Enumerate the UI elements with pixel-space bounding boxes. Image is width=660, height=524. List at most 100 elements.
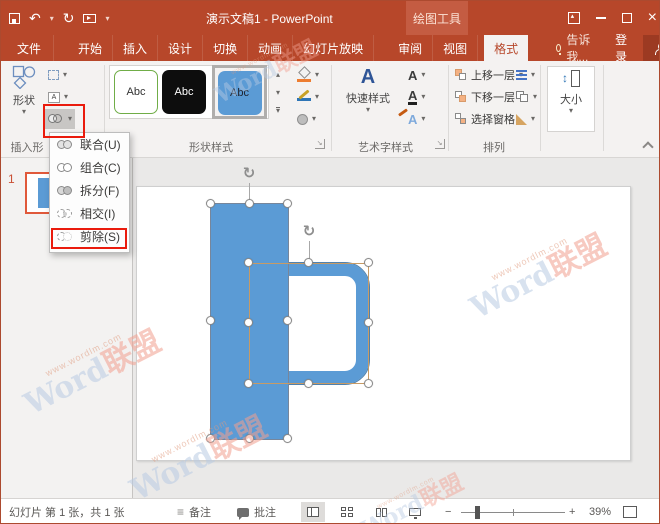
slideshow-view-button[interactable] bbox=[403, 502, 427, 522]
comments-button[interactable]: 批注 bbox=[237, 499, 276, 524]
tab-review[interactable]: 审阅 bbox=[388, 35, 433, 61]
undo-icon[interactable]: ↶ bbox=[29, 11, 41, 25]
undo-dropdown-icon[interactable]: ▾ bbox=[50, 14, 54, 23]
quick-access-toolbar: ↶ ▾ ↻ ▾ bbox=[9, 1, 110, 35]
zoom-in-button[interactable]: + bbox=[569, 499, 575, 524]
collapse-ribbon-icon[interactable] bbox=[642, 141, 653, 152]
zoom-level[interactable]: 39% bbox=[589, 499, 611, 524]
qat-customize-icon[interactable]: ▾ bbox=[105, 14, 109, 23]
shape-style-1[interactable]: Abc bbox=[114, 70, 158, 114]
selection-handle[interactable] bbox=[304, 379, 313, 388]
normal-view-button[interactable] bbox=[301, 502, 325, 522]
chevron-down-icon: ▾ bbox=[64, 93, 68, 101]
shape-outline-button[interactable]: ▾ bbox=[294, 87, 322, 107]
group-objects-button[interactable]: ▾ bbox=[513, 87, 540, 107]
text-fill-button[interactable]: A ▾ bbox=[405, 65, 428, 85]
fit-to-window-icon bbox=[623, 506, 637, 518]
ribbon-display-options-icon[interactable] bbox=[568, 12, 580, 24]
selection-handle[interactable] bbox=[283, 434, 292, 443]
shape-style-2[interactable]: Abc bbox=[162, 70, 206, 114]
text-box-icon: A bbox=[48, 92, 60, 103]
selection-handle[interactable] bbox=[244, 379, 253, 388]
shape-effects-icon bbox=[297, 114, 308, 125]
tab-view[interactable]: 视图 bbox=[433, 35, 478, 61]
sign-in-button[interactable]: 登录 bbox=[605, 35, 637, 61]
rotate-objects-icon bbox=[516, 114, 527, 125]
fit-to-window-button[interactable] bbox=[623, 499, 637, 524]
gallery-more-icon[interactable]: ▾ bbox=[269, 101, 287, 119]
selection-handle[interactable] bbox=[283, 199, 292, 208]
text-effects-button[interactable]: A ▾ bbox=[405, 109, 428, 129]
reading-view-button[interactable] bbox=[369, 502, 393, 522]
redo-icon[interactable]: ↻ bbox=[63, 11, 75, 25]
tab-insert[interactable]: 插入 bbox=[113, 35, 158, 61]
shape-effects-button[interactable]: ▾ bbox=[294, 109, 319, 129]
shape-fill-button[interactable]: ▾ bbox=[294, 65, 322, 85]
lightbulb-icon bbox=[556, 44, 561, 52]
combine-icon bbox=[57, 161, 73, 174]
menu-item-union[interactable]: 联合(U) bbox=[50, 133, 129, 156]
selection-handle[interactable] bbox=[364, 258, 373, 267]
selection-pane-icon bbox=[455, 113, 467, 125]
quick-styles-button[interactable]: A 快速样式 ▾ bbox=[337, 67, 399, 114]
shape-style-3-selected[interactable]: Abc bbox=[218, 71, 262, 115]
menu-item-combine[interactable]: 组合(C) bbox=[50, 156, 129, 179]
edit-shape-button[interactable]: ▾ bbox=[45, 65, 70, 85]
text-outline-icon: A bbox=[408, 89, 417, 105]
selection-handle[interactable] bbox=[364, 379, 373, 388]
selection-handle[interactable] bbox=[245, 199, 254, 208]
menu-item-intersect[interactable]: 相交(I) bbox=[50, 202, 129, 225]
selection-handle[interactable] bbox=[304, 258, 313, 267]
zoom-out-button[interactable]: − bbox=[445, 499, 451, 524]
shapes-button[interactable]: 形状 ▾ bbox=[5, 65, 43, 116]
menu-item-subtract[interactable]: 剪除(S) bbox=[50, 225, 129, 248]
chevron-down-icon: ▾ bbox=[366, 106, 370, 114]
minimize-icon[interactable] bbox=[596, 17, 606, 19]
tell-me-label: 告诉我... bbox=[566, 31, 591, 65]
gallery-down-icon[interactable]: ▾ bbox=[269, 83, 287, 101]
tab-design[interactable]: 设计 bbox=[158, 35, 203, 61]
zoom-slider-thumb[interactable] bbox=[475, 506, 480, 519]
shape-style-selected-frame: Abc bbox=[212, 65, 267, 119]
selection-handle[interactable] bbox=[206, 434, 215, 443]
shape-styles-dialog-launcher-icon[interactable]: ↘ bbox=[315, 139, 325, 149]
selection-pane-button[interactable]: 选择窗格 bbox=[452, 109, 518, 129]
rotate-handle[interactable]: ↻ bbox=[300, 223, 318, 241]
gallery-up-icon[interactable]: ▴ bbox=[269, 65, 287, 83]
notes-button[interactable]: ≡ 备注 bbox=[177, 499, 211, 524]
slide-sorter-view-button[interactable] bbox=[335, 502, 359, 522]
tab-slideshow[interactable]: 幻灯片放映 bbox=[293, 35, 374, 61]
start-slideshow-icon[interactable] bbox=[83, 14, 96, 23]
selection-handle[interactable] bbox=[364, 318, 373, 327]
maximize-icon[interactable] bbox=[622, 13, 632, 23]
selection-handle[interactable] bbox=[244, 318, 253, 327]
tell-me-box[interactable]: 告诉我... bbox=[550, 35, 597, 61]
selection-handle[interactable] bbox=[283, 316, 292, 325]
tab-animations[interactable]: 动画 bbox=[248, 35, 293, 61]
tab-transitions[interactable]: 切换 bbox=[203, 35, 248, 61]
send-backward-label: 下移一层 bbox=[471, 89, 515, 105]
menu-item-fragment[interactable]: 拆分(F) bbox=[50, 179, 129, 202]
selection-handle[interactable] bbox=[206, 199, 215, 208]
text-box-button[interactable]: A ▾ bbox=[45, 87, 71, 107]
share-button[interactable]: 共享 bbox=[643, 35, 660, 61]
merge-shapes-button[interactable]: ▾ bbox=[45, 109, 75, 129]
tab-file[interactable]: 文件 bbox=[5, 35, 54, 61]
save-icon[interactable] bbox=[9, 13, 20, 24]
wordart-dialog-launcher-icon[interactable]: ↘ bbox=[435, 139, 445, 149]
align-button[interactable]: ▾ bbox=[513, 65, 538, 85]
selection-handle[interactable] bbox=[206, 316, 215, 325]
selection-handle[interactable] bbox=[244, 258, 253, 267]
tab-format-active[interactable]: 格式 bbox=[484, 35, 528, 61]
view-switcher bbox=[301, 499, 427, 524]
rotate-objects-button[interactable]: ▾ bbox=[513, 109, 538, 129]
rotate-handle[interactable]: ↻ bbox=[240, 165, 258, 183]
selection-handle[interactable] bbox=[245, 434, 254, 443]
close-icon[interactable]: × bbox=[648, 10, 657, 26]
subtract-icon bbox=[57, 230, 73, 243]
tab-home[interactable]: 开始 bbox=[68, 35, 113, 61]
size-button[interactable]: ↕ 大小 ▾ bbox=[547, 66, 595, 132]
text-fill-icon: A bbox=[408, 69, 417, 82]
ribbon-tab-row: 文件 开始 插入 设计 切换 动画 幻灯片放映 审阅 视图 格式 告诉我... … bbox=[1, 35, 660, 61]
text-outline-button[interactable]: A ▾ bbox=[405, 87, 428, 107]
